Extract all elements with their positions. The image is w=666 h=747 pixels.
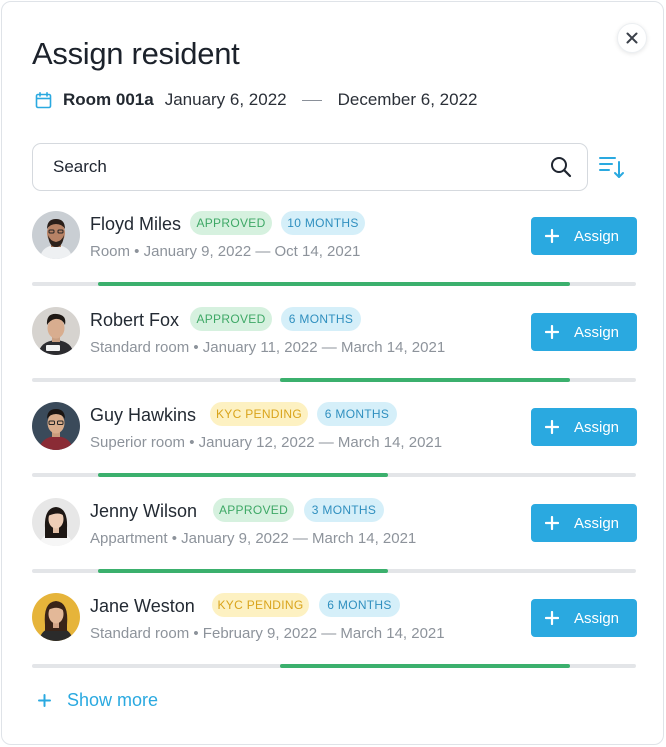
stay-details: Superior room • January 12, 2022 — March… <box>90 434 443 451</box>
stay-progress-track <box>32 282 636 286</box>
avatar <box>32 402 80 450</box>
assign-button[interactable]: Assign <box>531 504 637 542</box>
resident-row: Robert Fox APPROVED 6 MONTHS Standard ro… <box>32 307 637 385</box>
stay-progress-track <box>32 473 636 477</box>
show-more-label: Show more <box>67 690 159 710</box>
assign-label: Assign <box>574 323 620 341</box>
plus-icon <box>38 694 51 707</box>
resident-name: Floyd Miles <box>90 214 182 234</box>
stay-details: Standard room • January 11, 2022 — March… <box>90 339 446 356</box>
stay-details: Room • January 9, 2022 — Oct 14, 2021 <box>90 243 361 260</box>
duration-badge: 6 MONTHS <box>317 402 397 426</box>
stay-progress-bar <box>98 282 570 286</box>
status-badge: KYC PENDING <box>212 593 309 617</box>
avatar <box>32 307 80 355</box>
stay-progress-track <box>32 569 636 573</box>
stay-progress-track <box>32 664 636 668</box>
assign-label: Assign <box>574 514 620 532</box>
duration-badge: 3 MONTHS <box>304 498 384 522</box>
plus-icon <box>545 516 559 530</box>
stay-progress-bar <box>98 473 389 477</box>
stay-details: Appartment • January 9, 2022 — March 14,… <box>90 530 417 547</box>
dialog-title: Assign resident <box>32 36 240 71</box>
stay-progress-bar <box>279 378 570 382</box>
stay-details: Standard room • February 9, 2022 — March… <box>90 625 445 642</box>
show-more-button[interactable]: Show more <box>38 690 158 711</box>
room-name: Room 001a <box>63 90 154 109</box>
resident-row: Jane Weston KYC PENDING 6 MONTHS Standar… <box>32 593 637 671</box>
avatar <box>32 211 80 259</box>
plus-icon <box>545 420 559 434</box>
status-badge: KYC PENDING <box>210 402 308 426</box>
assign-resident-dialog: Assign resident Room 001a January 6, 202… <box>1 1 664 745</box>
resident-name: Jane Weston <box>90 596 195 616</box>
plus-icon <box>545 325 559 339</box>
stay-progress-bar <box>279 664 570 668</box>
duration-badge: 10 MONTHS <box>281 211 365 235</box>
assign-label: Assign <box>574 418 620 436</box>
search-input[interactable] <box>53 157 549 177</box>
close-button[interactable] <box>617 23 647 53</box>
sort-icon[interactable] <box>599 154 625 180</box>
resident-name: Robert Fox <box>90 310 180 330</box>
status-badge: APPROVED <box>190 211 272 235</box>
assign-button[interactable]: Assign <box>531 217 637 255</box>
search-box <box>32 143 588 191</box>
avatar <box>32 498 80 546</box>
assign-button[interactable]: Assign <box>531 599 637 637</box>
date-separator <box>301 99 322 101</box>
assign-label: Assign <box>574 227 620 245</box>
search-icon[interactable] <box>549 155 573 179</box>
resident-row: Jenny Wilson APPROVED 3 MONTHS Appartmen… <box>32 498 637 576</box>
close-icon <box>626 32 638 44</box>
calendar-icon <box>35 91 52 108</box>
assign-button[interactable]: Assign <box>531 408 637 446</box>
status-badge: APPROVED <box>213 498 294 522</box>
duration-badge: 6 MONTHS <box>319 593 400 617</box>
stay-progress-track <box>32 378 636 382</box>
stay-progress-bar <box>98 569 389 573</box>
date-range: Room 001a January 6, 2022 December 6, 20… <box>35 89 478 111</box>
resident-row: Floyd Miles APPROVED 10 MONTHS Room • Ja… <box>32 211 637 289</box>
duration-badge: 6 MONTHS <box>281 307 361 331</box>
resident-name: Jenny Wilson <box>90 501 198 521</box>
avatar <box>32 593 80 641</box>
assign-label: Assign <box>574 609 620 627</box>
resident-name: Guy Hawkins <box>90 405 197 425</box>
plus-icon <box>545 229 559 243</box>
end-date: December 6, 2022 <box>337 90 478 109</box>
status-badge: APPROVED <box>190 307 272 331</box>
plus-icon <box>545 611 559 625</box>
assign-button[interactable]: Assign <box>531 313 637 351</box>
start-date: January 6, 2022 <box>164 90 287 109</box>
resident-row: Guy Hawkins KYC PENDING 6 MONTHS Superio… <box>32 402 637 480</box>
